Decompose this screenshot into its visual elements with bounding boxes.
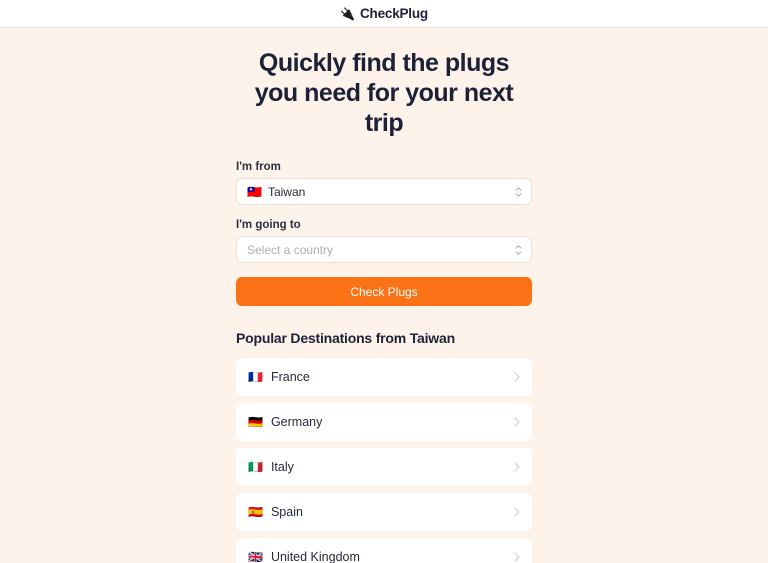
- brand-logo[interactable]: 🔌 CheckPlug: [340, 7, 428, 21]
- destination-label: I'm going to: [236, 219, 301, 231]
- spain-flag-icon: 🇪🇸: [248, 505, 263, 519]
- list-item[interactable]: 🇩🇪 Germany: [236, 403, 532, 441]
- chevron-right-icon: [514, 417, 520, 427]
- destination-name: Spain: [270, 505, 303, 519]
- brand-name: CheckPlug: [359, 5, 428, 21]
- france-flag-icon: 🇫🇷: [248, 370, 263, 384]
- destination-info: 🇩🇪 Germany: [248, 415, 514, 429]
- origin-label: I'm from: [236, 161, 281, 173]
- list-item[interactable]: 🇮🇹 Italy: [236, 448, 532, 486]
- germany-flag-icon: 🇩🇪: [248, 415, 263, 429]
- united-kingdom-flag-icon: 🇬🇧: [248, 550, 263, 563]
- destination-field-group: I'm going to Select a country: [236, 219, 532, 263]
- list-item[interactable]: 🇫🇷 France: [236, 358, 532, 396]
- destination-name: United Kingdom: [270, 550, 360, 563]
- destination-name: France: [270, 370, 310, 384]
- taiwan-flag-icon: 🇹🇼: [247, 184, 262, 199]
- content-column: Quickly find the plugs you need for your…: [236, 28, 532, 563]
- list-item[interactable]: 🇪🇸 Spain: [236, 493, 532, 531]
- destination-name: Germany: [270, 415, 323, 429]
- check-plugs-button[interactable]: Check Plugs: [236, 277, 532, 306]
- select-stepper-icon: [515, 186, 522, 197]
- italy-flag-icon: 🇮🇹: [248, 460, 263, 474]
- destination-select-placeholder: Select a country: [247, 242, 334, 257]
- popular-destinations-list: 🇫🇷 France 🇩🇪 Germany 🇮🇹 Italy 🇪🇸 Spain 🇬…: [236, 358, 532, 563]
- destination-info: 🇬🇧 United Kingdom: [248, 550, 514, 563]
- origin-country-name: Taiwan: [267, 184, 306, 199]
- page-title: Quickly find the plugs you need for your…: [254, 49, 514, 137]
- chevron-right-icon: [514, 507, 520, 517]
- destination-name: Italy: [270, 460, 294, 474]
- popular-destinations-title: Popular Destinations from Taiwan: [236, 330, 455, 346]
- app-header: 🔌 CheckPlug: [0, 0, 768, 28]
- list-item[interactable]: 🇬🇧 United Kingdom: [236, 538, 532, 563]
- origin-country-select[interactable]: 🇹🇼 Taiwan: [236, 178, 532, 205]
- select-stepper-icon: [515, 244, 522, 255]
- page-content: Quickly find the plugs you need for your…: [0, 28, 768, 563]
- destination-info: 🇫🇷 France: [248, 370, 514, 384]
- chevron-right-icon: [514, 552, 520, 562]
- plug-icon: 🔌: [340, 6, 355, 21]
- origin-field-group: I'm from 🇹🇼 Taiwan: [236, 161, 532, 205]
- destination-info: 🇮🇹 Italy: [248, 460, 514, 474]
- chevron-right-icon: [514, 372, 520, 382]
- destination-country-select[interactable]: Select a country: [236, 236, 532, 263]
- origin-select-value: 🇹🇼 Taiwan: [247, 185, 305, 199]
- destination-info: 🇪🇸 Spain: [248, 505, 514, 519]
- chevron-right-icon: [514, 462, 520, 472]
